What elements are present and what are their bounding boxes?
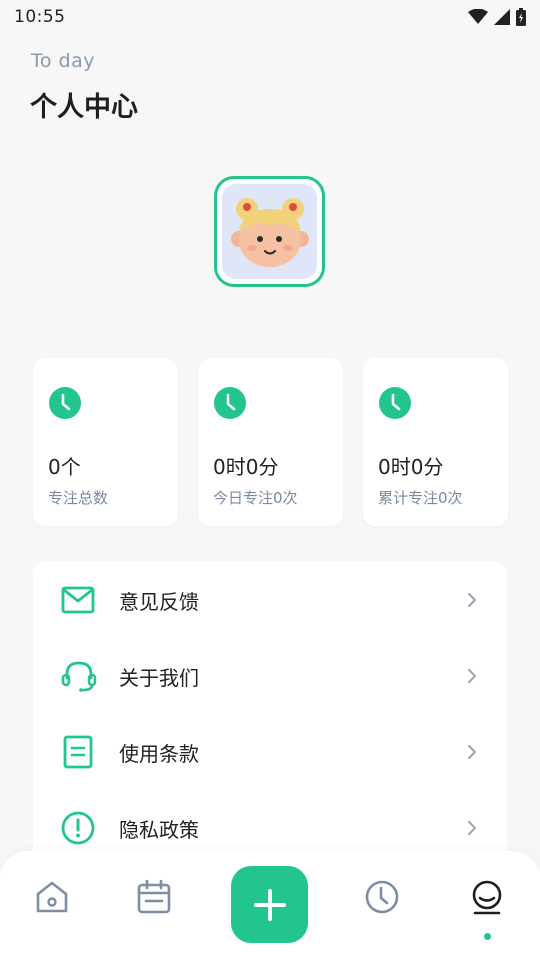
plus-icon: [253, 888, 286, 921]
document-icon: [63, 735, 93, 769]
stat-label: 累计专注0次: [378, 489, 463, 507]
wifi-icon: [468, 9, 488, 24]
stat-card-cumulative: 0时0分 累计专注0次: [363, 358, 508, 526]
home-icon: [36, 881, 68, 913]
clock-icon: [379, 387, 411, 419]
avatar-image: [222, 184, 317, 279]
clock-icon: [49, 387, 81, 419]
clock-icon: [214, 387, 246, 419]
bottom-nav: [0, 851, 540, 960]
nav-home[interactable]: [32, 877, 72, 917]
nav-profile[interactable]: [467, 877, 507, 917]
stats-row: 0个 专注总数 0时0分 今日专注0次 0时0分 累计专注0次: [33, 358, 508, 526]
cartoon-face-icon: [230, 197, 309, 267]
chevron-right-icon: [468, 821, 476, 835]
nav-history[interactable]: [362, 877, 402, 917]
profile-icon: [472, 880, 502, 915]
chevron-right-icon: [468, 745, 476, 759]
stat-value: 0个: [48, 455, 81, 479]
menu-item-label: 隐私政策: [119, 817, 199, 842]
avatar[interactable]: [214, 176, 325, 287]
page-title: 个人中心: [30, 92, 138, 123]
menu-item-feedback[interactable]: 意见反馈: [33, 562, 507, 638]
chevron-right-icon: [468, 593, 476, 607]
alert-circle-icon: [61, 811, 95, 845]
stat-card-total: 0个 专注总数: [33, 358, 178, 526]
status-time: 10:55: [14, 7, 66, 27]
stat-value: 0时0分: [213, 455, 279, 479]
headset-icon: [61, 661, 97, 692]
chevron-right-icon: [468, 669, 476, 683]
menu-item-label: 意见反馈: [119, 589, 199, 614]
nav-calendar[interactable]: [134, 877, 174, 917]
settings-menu: 意见反馈 关于我们 使用条款 隐私政策: [33, 561, 507, 881]
menu-item-label: 使用条款: [119, 741, 199, 766]
menu-item-terms[interactable]: 使用条款: [33, 714, 507, 790]
cellular-signal-icon: [494, 9, 510, 25]
stat-label: 专注总数: [48, 489, 109, 507]
stat-label: 今日专注0次: [213, 489, 298, 507]
add-button[interactable]: [231, 866, 308, 943]
battery-icon: [516, 8, 526, 26]
page-subtitle: To day: [31, 50, 95, 72]
menu-item-label: 关于我们: [119, 665, 199, 690]
menu-item-about[interactable]: 关于我们: [33, 638, 507, 714]
stat-card-today: 0时0分 今日专注0次: [198, 358, 343, 526]
stat-value: 0时0分: [378, 455, 444, 479]
mail-icon: [61, 586, 95, 614]
status-bar: 10:55: [0, 0, 540, 34]
calendar-icon: [137, 879, 171, 914]
clock-icon: [365, 880, 399, 914]
active-indicator-dot: [484, 933, 491, 940]
status-icons: [468, 8, 526, 26]
